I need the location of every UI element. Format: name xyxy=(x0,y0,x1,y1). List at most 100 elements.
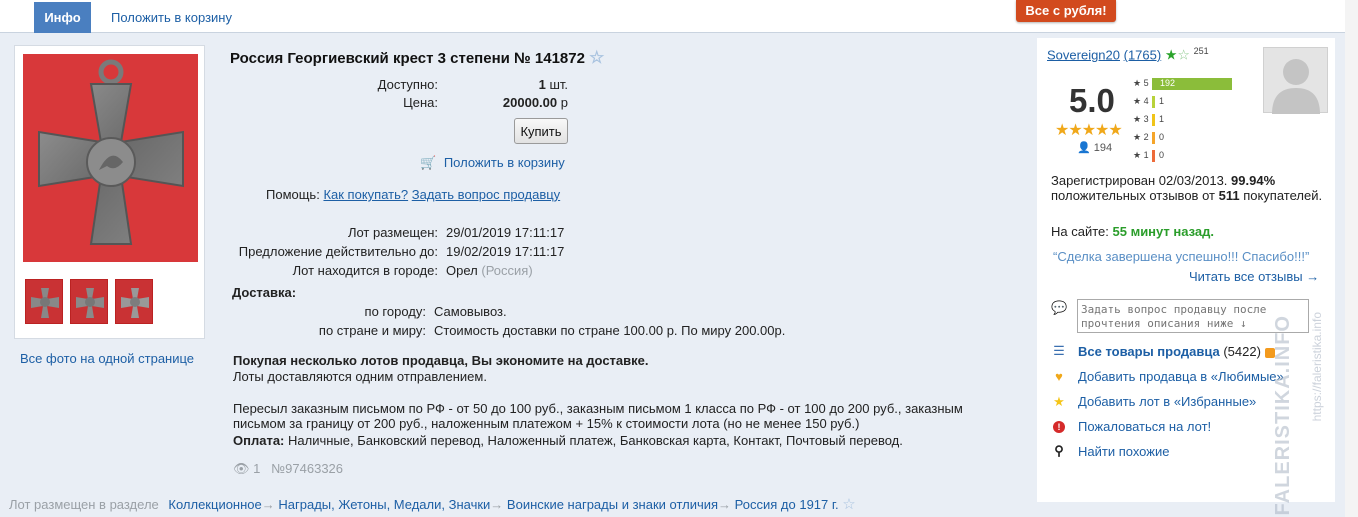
breadcrumb-separator: → xyxy=(261,497,275,512)
add-to-cart-text[interactable]: Положить в корзину xyxy=(444,155,565,170)
all-goods-link[interactable]: Все товары продавца xyxy=(1078,344,1220,359)
review-quote-text: Сделка завершена успешно!!! Спасибо!!! xyxy=(1057,249,1305,264)
all-photos-link[interactable]: Все фото на одной странице xyxy=(20,351,194,366)
rating-bar-value: 0 xyxy=(1159,150,1165,160)
arrow-right-icon: → xyxy=(1306,269,1320,284)
breadcrumb: Лот размещен в разделе Коллекционное→ На… xyxy=(9,495,856,513)
price-value: 20000.00 р xyxy=(440,95,568,110)
breadcrumb-item-russia-1917[interactable]: Россия до 1917 г. xyxy=(735,497,839,512)
online-row: На сайте: 55 минут назад. xyxy=(1051,224,1214,239)
reviews-count-row: 👤 194 xyxy=(1077,141,1112,154)
available-value: 1 шт. xyxy=(470,77,568,92)
tab-add-to-cart[interactable]: Положить в корзину xyxy=(111,10,232,25)
all-goods-count: (5422) xyxy=(1223,344,1261,359)
promo-badge[interactable]: Все с рубля! xyxy=(1016,0,1116,22)
favorite-star-icon[interactable]: ☆ xyxy=(589,48,604,67)
breadcrumb-item-military[interactable]: Воинские награды и знаки отличия xyxy=(507,497,718,512)
buyers-count: 511 xyxy=(1218,188,1240,203)
find-similar-link[interactable]: Найти похожие xyxy=(1078,444,1169,459)
valid-label: Предложение действительно до: xyxy=(238,244,438,259)
tab-info[interactable]: Инфо xyxy=(34,2,91,33)
price-label: Цена: xyxy=(403,95,438,110)
city-value: Орел (Россия) xyxy=(446,263,533,278)
thumbnail-1[interactable] xyxy=(25,279,63,324)
rating-bar xyxy=(1152,150,1155,162)
shipping-terms: Пересыл заказным письмом по РФ - от 50 д… xyxy=(233,401,1003,431)
registered-text: Зарегистрирован 02/03/2013. xyxy=(1051,173,1228,188)
shipping-line-2: письмом за границу от 200 руб., наложенн… xyxy=(233,416,860,431)
positive-text: положительных отзывов от xyxy=(1051,188,1215,203)
watermark-url: https://faleristika.info xyxy=(1310,312,1324,422)
lot-title-text: Россия Георгиевский крест 3 степени № 14… xyxy=(230,50,585,67)
cross-image-icon xyxy=(38,59,184,245)
online-value: 55 минут назад. xyxy=(1112,224,1215,239)
rating-bar-label: ★ 2 xyxy=(1133,132,1149,142)
city-label: Лот находится в городе: xyxy=(292,263,438,278)
cart-icon: 🛒 xyxy=(420,155,437,170)
payment-label: Оплата: xyxy=(233,433,285,448)
delivery-city-value: Самовывоз. xyxy=(434,304,507,319)
rating-bar-label: ★ 1 xyxy=(1133,150,1149,160)
photo-gallery xyxy=(14,45,205,339)
lot-stats: 👁 1 №97463326 xyxy=(233,461,343,477)
rating-bar-value: 1 xyxy=(1159,96,1165,106)
shipping-line-1: Пересыл заказным письмом по РФ - от 50 д… xyxy=(233,401,963,416)
views-count: 1 xyxy=(253,461,261,476)
savings-title: Покупая несколько лотов продавца, Вы эко… xyxy=(233,353,649,368)
rating-bar-label: ★ 3 xyxy=(1133,114,1149,124)
ask-seller-link[interactable]: Задать вопрос продавцу xyxy=(412,187,560,202)
rating-bar-value: 1 xyxy=(1159,114,1165,124)
positive-pct: 99.94% xyxy=(1231,173,1276,188)
breadcrumb-star-icon[interactable]: ☆ xyxy=(842,496,855,513)
rating-bar-label: ★ 5 xyxy=(1133,78,1149,88)
seller-count-link[interactable]: (1765) xyxy=(1124,47,1162,62)
scrollbar[interactable] xyxy=(1345,0,1358,517)
lot-title: Россия Георгиевский крест 3 степени № 14… xyxy=(230,48,604,68)
thumbnail-2[interactable] xyxy=(70,279,108,324)
main-photo[interactable] xyxy=(23,54,198,262)
breadcrumb-item-awards[interactable]: Награды, Жетоны, Медали, Значки xyxy=(278,497,490,512)
add-favorite-lot-link[interactable]: Добавить лот в «Избранные» xyxy=(1078,394,1256,409)
help-label: Помощь: xyxy=(266,187,320,202)
delivery-title: Доставка: xyxy=(232,285,297,300)
star-count: 251 xyxy=(1193,46,1209,56)
read-all-text: Читать все отзывы xyxy=(1189,269,1303,284)
green-star-icon: ★ xyxy=(1164,46,1178,63)
rating-bar-label: ★ 4 xyxy=(1133,96,1149,106)
breadcrumb-separator: → xyxy=(490,497,504,512)
read-all-reviews-link[interactable]: Читать все отзывы → xyxy=(1189,269,1319,284)
review-quote: “Сделка завершена успешно!!! Спасибо!!!” xyxy=(1053,249,1310,264)
rating-bar xyxy=(1152,114,1155,126)
available-unit: шт. xyxy=(549,77,568,92)
rating-bar-value: 192 xyxy=(1160,78,1176,88)
payment-value: Наличные, Банковский перевод, Наложенный… xyxy=(288,433,903,448)
breadcrumb-item-collectibles[interactable]: Коллекционное xyxy=(168,497,261,512)
add-favorite-seller-link[interactable]: Добавить продавца в «Любимые» xyxy=(1078,369,1284,384)
all-goods-row[interactable]: Все товары продавца (5422) xyxy=(1078,344,1275,359)
seller-avatar[interactable] xyxy=(1263,47,1328,114)
watermark: FALERISTIKA.INFO xyxy=(1272,315,1294,516)
how-to-buy-link[interactable]: Как покупать? xyxy=(323,187,408,202)
savings-text: Лоты доставляются одним отправлением. xyxy=(233,369,487,384)
seller-rating: 5.0 xyxy=(1069,82,1115,119)
help-row: Помощь: Как покупать? Задать вопрос прод… xyxy=(266,187,560,202)
rating-stars-icon: ★★★★★ xyxy=(1055,122,1123,139)
rating-bar-value: 0 xyxy=(1159,132,1165,142)
thumbnail-3[interactable] xyxy=(115,279,153,324)
buyers-label: покупателей. xyxy=(1243,188,1323,203)
seller-name-link[interactable]: Sovereign20 xyxy=(1047,47,1120,62)
seller-header: Sovereign20 (1765) ★☆ 251 xyxy=(1047,46,1209,63)
rating-bar xyxy=(1152,132,1155,144)
person-icon: 👤 xyxy=(1077,142,1091,154)
outline-star-icon: ☆ xyxy=(1177,46,1190,63)
list-icon: ☰ xyxy=(1053,343,1065,358)
valid-value: 19/02/2019 17:11:17 xyxy=(446,244,565,259)
add-to-cart-link[interactable]: 🛒 Положить в корзину xyxy=(420,155,565,171)
buy-button[interactable]: Купить xyxy=(514,118,568,144)
complain-link[interactable]: Пожаловаться на лот! xyxy=(1078,419,1211,434)
warning-icon: ! xyxy=(1051,418,1067,433)
breadcrumb-prefix: Лот размещен в разделе xyxy=(9,497,159,512)
rating-bar xyxy=(1152,96,1155,108)
delivery-world-label: по стране и миру: xyxy=(318,323,426,338)
chat-bubble-icon: 💬 xyxy=(1051,300,1068,315)
